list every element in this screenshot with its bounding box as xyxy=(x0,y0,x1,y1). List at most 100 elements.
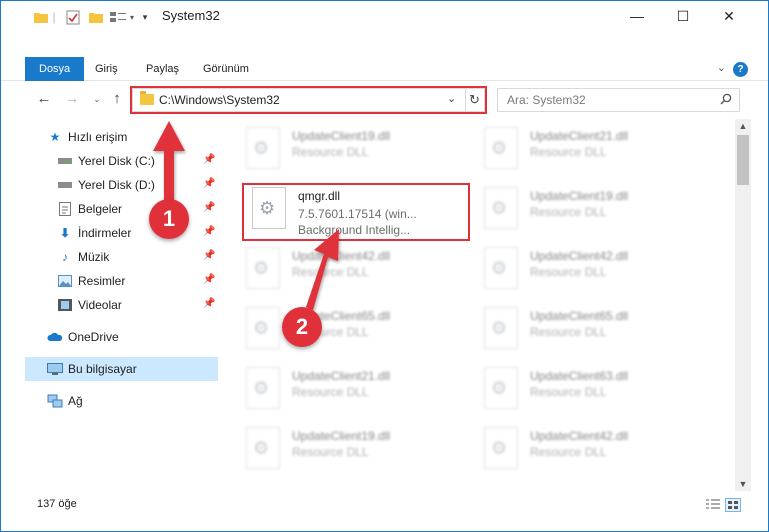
pin-icon: 📌 xyxy=(203,250,216,261)
nav-label: Ağ xyxy=(68,394,83,408)
address-row: ← → ⌄ ↑ C:\Windows\System32 ⌄ ↻ Ara: Sys… xyxy=(1,85,768,115)
pin-icon: 📌 xyxy=(203,202,216,213)
nav-item-network[interactable]: Ağ xyxy=(47,389,218,413)
recent-locations-icon[interactable]: ⌄ xyxy=(87,89,107,109)
tab-view[interactable]: Görünüm xyxy=(203,57,249,81)
tab-share[interactable]: Paylaş xyxy=(146,57,179,81)
file-name: UpdateClient63.dll xyxy=(530,369,629,383)
dll-file-icon xyxy=(484,307,518,349)
pin-icon: 📌 xyxy=(203,154,216,165)
list-item[interactable]: UpdateClient65.dll Resource DLL xyxy=(474,303,699,359)
step-badge-1: 1 xyxy=(149,199,189,239)
scroll-up-icon[interactable]: ▲ xyxy=(735,119,751,133)
pin-icon: 📌 xyxy=(203,226,216,237)
drive-icon xyxy=(57,153,73,169)
nav-label: Belgeler xyxy=(78,202,123,216)
nav-item-pictures[interactable]: Resimler 📌 xyxy=(57,269,218,293)
file-list: UpdateClient19.dll Resource DLL qmgr.dll… xyxy=(236,119,734,491)
dll-file-icon xyxy=(246,307,280,349)
nav-label: Yerel Disk (C:) xyxy=(78,154,155,168)
nav-item-disk-d[interactable]: Yerel Disk (D:) 📌 xyxy=(57,173,218,197)
file-name: UpdateClient21.dll xyxy=(292,369,391,383)
step-badge-2: 2 xyxy=(282,307,322,347)
nav-label: Videolar xyxy=(78,298,122,312)
scroll-down-icon[interactable]: ▼ xyxy=(735,477,751,491)
dll-file-icon xyxy=(484,187,518,229)
list-item[interactable]: UpdateClient19.dll Resource DLL xyxy=(474,183,699,239)
cloud-icon xyxy=(47,329,63,345)
list-item[interactable]: UpdateClient19.dll Resource DLL xyxy=(236,423,461,479)
file-desc: Resource DLL xyxy=(530,205,607,219)
nav-label: OneDrive xyxy=(68,330,119,344)
list-item[interactable]: UpdateClient42.dll Resource DLL xyxy=(474,243,699,299)
help-icon[interactable]: ? xyxy=(733,62,748,77)
dll-file-icon xyxy=(246,367,280,409)
file-desc: Resource DLL xyxy=(530,325,607,339)
pictures-icon xyxy=(57,273,73,289)
nav-label: Resimler xyxy=(78,274,126,288)
separator: | xyxy=(52,10,56,24)
nav-item-downloads[interactable]: ⬇ İndirmeler 📌 xyxy=(57,221,218,245)
list-item[interactable]: UpdateClient42.dll Resource DLL xyxy=(474,423,699,479)
network-icon xyxy=(47,393,63,409)
list-item[interactable]: UpdateClient65.dll Resource DLL xyxy=(236,303,461,359)
new-folder-icon[interactable] xyxy=(88,9,104,25)
list-item[interactable]: UpdateClient21.dll Resource DLL xyxy=(236,363,461,419)
chevron-down-icon[interactable]: ▾ xyxy=(128,9,136,25)
details-view-icon[interactable] xyxy=(705,498,721,512)
tab-file[interactable]: Dosya xyxy=(25,57,85,81)
file-desc: Resource DLL xyxy=(530,145,607,159)
view-options-icon[interactable] xyxy=(109,9,127,25)
tiles-view-icon[interactable] xyxy=(725,498,741,512)
pin-icon: 📌 xyxy=(203,178,216,189)
search-box[interactable]: Ara: System32 xyxy=(497,88,740,112)
pin-icon: 📌 xyxy=(203,298,216,309)
nav-item-disk-c[interactable]: Yerel Disk (C:) 📌 xyxy=(57,149,218,173)
file-name: UpdateClient21.dll xyxy=(530,129,629,143)
back-icon[interactable]: ← xyxy=(34,89,54,109)
customize-toolbar-icon[interactable]: ▾ xyxy=(140,9,150,25)
forward-icon[interactable]: → xyxy=(62,89,82,109)
up-icon[interactable]: ↑ xyxy=(107,89,127,109)
documents-icon xyxy=(57,201,73,217)
vertical-scrollbar[interactable]: ▲ ▼ xyxy=(735,119,751,491)
file-name: UpdateClient19.dll xyxy=(292,429,391,443)
nav-item-music[interactable]: ♪ Müzik 📌 xyxy=(57,245,218,269)
nav-item-this-pc[interactable]: Bu bilgisayar xyxy=(25,357,218,381)
address-highlight xyxy=(130,86,487,114)
drive-icon xyxy=(57,177,73,193)
nav-label: Müzik xyxy=(78,250,110,264)
explorer-window: | ▾ ▾ System32 — ☐ ✕ Dosya Giriş Paylaş … xyxy=(0,0,769,532)
file-desc: Resource DLL xyxy=(530,265,607,279)
tab-home[interactable]: Giriş xyxy=(95,57,118,81)
properties-icon[interactable] xyxy=(65,9,81,25)
dll-file-icon xyxy=(484,427,518,469)
status-bar: 137 öğe xyxy=(1,491,768,521)
folder-icon[interactable] xyxy=(34,9,48,25)
list-item[interactable]: UpdateClient19.dll Resource DLL xyxy=(236,123,461,179)
search-icon[interactable] xyxy=(720,93,732,105)
star-icon: ★ xyxy=(49,130,61,144)
dll-file-icon xyxy=(246,427,280,469)
list-item[interactable]: UpdateClient42.dll Resource DLL xyxy=(236,243,461,299)
file-name: UpdateClient19.dll xyxy=(530,189,629,203)
nav-item-onedrive[interactable]: OneDrive xyxy=(47,325,218,349)
file-desc: Resource DLL xyxy=(292,445,369,459)
dll-file-icon xyxy=(484,367,518,409)
maximize-button[interactable]: ☐ xyxy=(660,1,706,31)
dll-file-icon xyxy=(484,127,518,169)
scroll-thumb[interactable] xyxy=(737,135,749,185)
ribbon-tabs: Dosya Giriş Paylaş Görünüm ⌄ ? xyxy=(1,57,768,81)
search-placeholder: Ara: System32 xyxy=(507,93,586,107)
videos-icon xyxy=(57,297,73,313)
list-item[interactable]: UpdateClient63.dll Resource DLL xyxy=(474,363,699,419)
file-desc: Resource DLL xyxy=(292,145,369,159)
nav-label: Yerel Disk (D:) xyxy=(78,178,155,192)
nav-item-quick-access[interactable]: ★ Hızlı erişim xyxy=(47,125,240,149)
close-button[interactable]: ✕ xyxy=(706,1,752,31)
expand-ribbon-icon[interactable]: ⌄ xyxy=(717,61,726,74)
list-item[interactable]: UpdateClient21.dll Resource DLL xyxy=(474,123,699,179)
nav-item-videos[interactable]: Videolar 📌 xyxy=(57,293,218,317)
nav-item-documents[interactable]: Belgeler 📌 xyxy=(57,197,218,221)
minimize-button[interactable]: — xyxy=(614,1,660,31)
